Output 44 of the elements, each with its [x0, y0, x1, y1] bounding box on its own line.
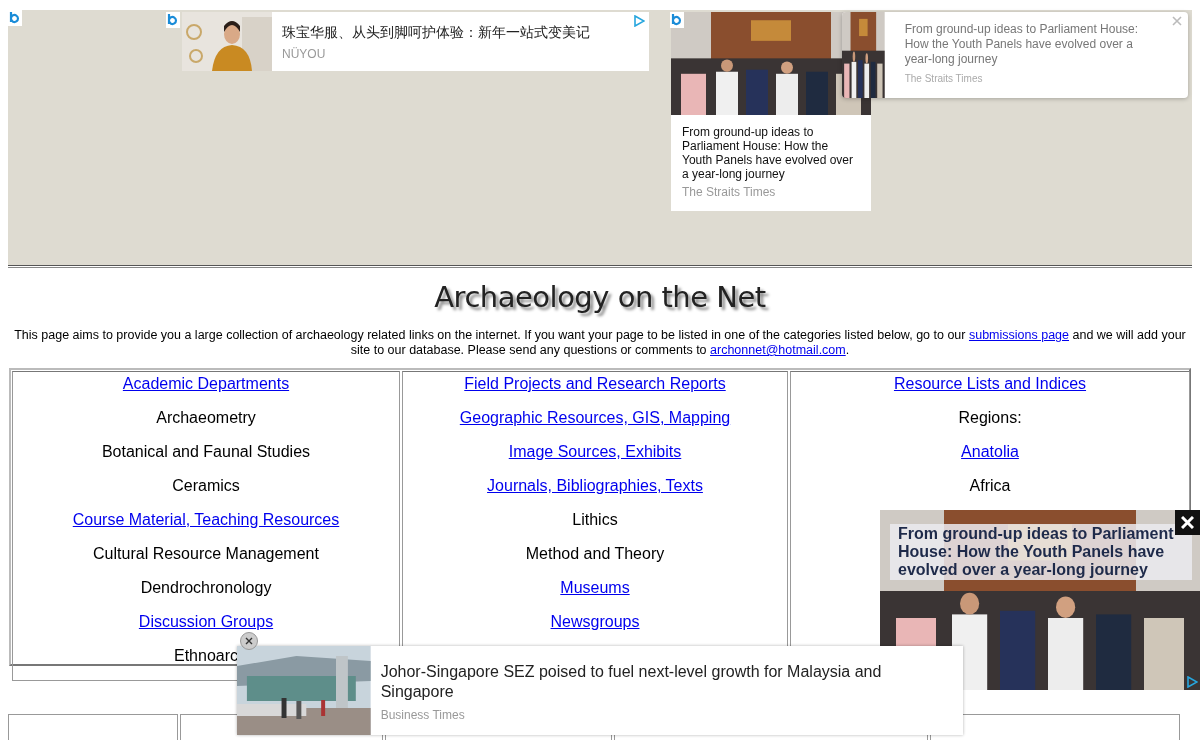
category-link[interactable]: Newsgroups [550, 612, 640, 646]
category-label: Botanical and Faunal Studies [101, 442, 311, 462]
ad-source: Business Times [380, 708, 466, 722]
close-icon[interactable] [1172, 16, 1182, 26]
intro-link[interactable]: archonnet@hotmail.com [710, 343, 846, 357]
category-label: Cultural Resource Management [93, 544, 319, 564]
category-label: Lithics [572, 510, 618, 530]
category-label: Archaeometry [156, 408, 256, 428]
category-link[interactable]: Geographic Resources, GIS, Mapping [459, 408, 731, 442]
category-label: Dendrochronology [140, 578, 272, 598]
category-link[interactable]: Course Material, Teaching Resources [72, 510, 340, 544]
ad-headline[interactable]: From ground-up ideas to Parliament House: How the Youth Panels have evolved over a year-long journey [682, 125, 860, 181]
close-icon [1181, 516, 1194, 529]
adchoices-icon[interactable] [633, 15, 645, 27]
intro-link[interactable]: submissions page [968, 328, 1070, 342]
category-link[interactable]: Anatolia [961, 442, 1019, 476]
close-button[interactable] [240, 632, 258, 650]
ad-source: The Straits Times [904, 73, 984, 84]
ad-logo[interactable] [166, 12, 180, 28]
ad-source: The Straits Times [682, 185, 777, 199]
intro-paragraph: This page aims to provide you a large collection of archaeology related links on the internet. If you want your page to be listed in one of the categories listed below, go to our submissions page and we will add your site to our database. Please send any questions or comments to archonnet@hotmail.com. [13, 328, 1187, 358]
close-button[interactable] [1175, 510, 1200, 535]
category-label: Ethnoarc [173, 646, 238, 666]
ad-logo[interactable] [8, 10, 22, 26]
category-label: Ceramics [172, 476, 240, 496]
close-icon [245, 637, 253, 645]
category-link[interactable]: Academic Departments [122, 374, 290, 408]
category-link[interactable]: Image Sources, Exhibits [508, 442, 682, 476]
bottom-ad[interactable]: Johor-Singapore SEZ poised to fuel next-level growth for Malaysia and Singapore Business Times [237, 646, 963, 735]
category-link[interactable]: Journals, Bibliographies, Texts [487, 476, 703, 510]
ad-source: NÜYOU [282, 47, 327, 61]
category-label: Regions: [958, 408, 1022, 428]
video-ad[interactable]: From ground-up ideas to Parliament House: How the Youth Panels have evolved over a year-long journey [880, 510, 1200, 690]
category-link[interactable]: Discussion Groups [138, 612, 274, 646]
page-title: Archaeology on the Net [433, 280, 767, 314]
adchoices-icon[interactable] [1186, 676, 1198, 688]
video-headline: From ground-up ideas to Parliament House: How the Youth Panels have evolved over a year-long journey [890, 524, 1192, 580]
ad-headline[interactable]: From ground-up ideas to Parliament House: How the Youth Panels have evolved over a year-long journey [904, 22, 1154, 67]
ad-headline[interactable]: 珠宝华服、从头到脚呵护体验：新年一站式变美记 [282, 24, 590, 41]
category-label: Method and Theory [525, 544, 665, 564]
category-label: Africa [969, 476, 1011, 496]
category-link[interactable]: Museums [560, 578, 630, 612]
category-link[interactable]: Resource Lists and Indices [893, 374, 1087, 408]
category-link[interactable]: Field Projects and Research Reports [464, 374, 726, 408]
